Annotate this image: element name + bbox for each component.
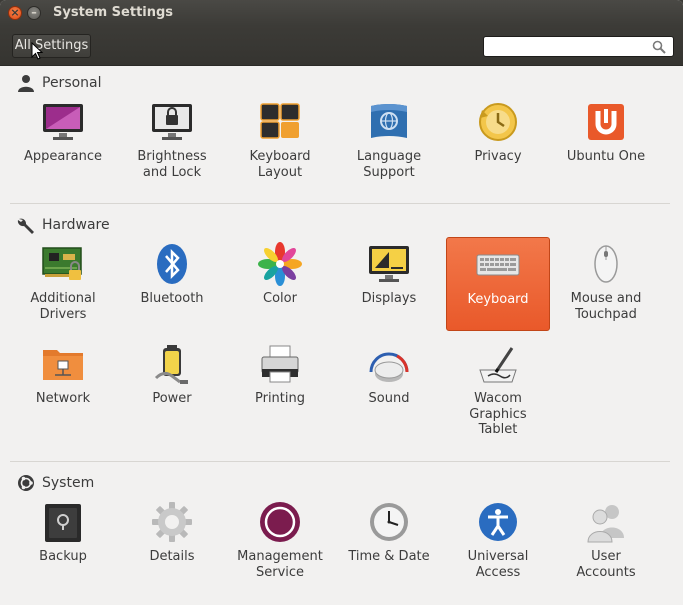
keyboard-layout-icon [260,103,300,139]
settings-item-details[interactable]: Details [120,500,224,590]
system-settings-window: × – System Settings All Settings Persona… [0,0,683,605]
color-flower-icon [258,242,302,286]
clock-icon [370,503,408,541]
gear-icon [152,502,192,542]
settings-item-label: Backup [39,549,87,564]
search-input[interactable] [488,38,648,55]
settings-item-label: Keyboard Layout [249,149,311,180]
lock-screen-icon [152,104,192,140]
settings-item-wacom-tablet[interactable]: Wacom Graphics Tablet [446,342,550,442]
section-system-header: System [16,473,94,493]
search-icon[interactable] [652,40,666,54]
all-settings-button[interactable]: All Settings [12,34,91,58]
search-box[interactable] [483,36,674,57]
close-button[interactable]: × [8,6,22,20]
privacy-icon [479,103,517,141]
settings-item-label: Management Service [237,549,323,580]
settings-item-keyboard[interactable]: Keyboard [446,237,550,331]
settings-item-sound[interactable]: Sound [337,342,441,442]
settings-item-mouse-touchpad[interactable]: Mouse and Touchpad [554,242,658,332]
appearance-icon [43,104,83,140]
settings-item-printing[interactable]: Printing [228,342,332,442]
mouse-icon [594,245,618,283]
settings-item-label: Details [149,549,195,564]
settings-item-universal-access[interactable]: Universal Access [446,500,550,590]
settings-item-label: Time & Date [348,549,430,564]
person-icon [18,75,34,92]
settings-item-label: Power [152,391,192,406]
settings-item-label: Wacom Graphics Tablet [469,391,527,437]
settings-item-label: User Accounts [576,549,636,580]
ubuntu-logo-icon [18,475,34,491]
settings-item-label: Bluetooth [140,291,204,306]
settings-item-displays[interactable]: Displays [337,242,441,332]
minimize-button[interactable]: – [27,6,41,20]
section-personal-header: Personal [16,73,102,93]
settings-item-privacy[interactable]: Privacy [446,100,550,190]
bluetooth-icon [157,244,187,284]
settings-item-label: Privacy [474,149,522,164]
section-system-title: System [42,475,95,491]
settings-item-bluetooth[interactable]: Bluetooth [120,242,224,332]
settings-item-user-accounts[interactable]: User Accounts [554,500,658,590]
settings-item-label: Universal Access [467,549,529,580]
settings-item-brightness-lock[interactable]: Brightness and Lock [120,100,224,190]
settings-item-label: Displays [361,291,417,306]
network-folder-icon [43,350,83,380]
settings-item-label: Network [35,391,91,406]
settings-item-language-support[interactable]: Language Support [337,100,441,190]
settings-item-label: Printing [254,391,305,406]
settings-item-label: Mouse and Touchpad [570,291,642,322]
section-hardware-title: Hardware [42,217,110,233]
safe-icon [45,504,81,542]
section-personal-title: Personal [42,75,102,91]
language-flag-icon [371,104,407,138]
battery-icon [154,345,188,384]
settings-item-management-service[interactable]: Management Service [228,500,332,590]
settings-item-label: Sound [368,391,410,406]
close-icon: × [10,6,20,19]
settings-item-power[interactable]: Power [120,342,224,442]
display-icon [369,246,409,282]
settings-item-time-date[interactable]: Time & Date [337,500,441,590]
settings-item-additional-drivers[interactable]: Additional Drivers [11,242,115,332]
users-icon [587,505,624,543]
volume-knob-icon [369,352,409,382]
minimize-icon: – [31,6,37,19]
mouse-pointer-icon [31,42,44,60]
accessibility-icon [479,503,517,541]
settings-item-ubuntu-one[interactable]: Ubuntu One [554,100,658,190]
settings-item-label: Keyboard [467,292,529,307]
section-divider [10,203,670,204]
settings-item-label: Color [263,291,297,306]
wrench-icon [17,218,34,234]
circuit-board-icon [42,247,82,280]
graphics-tablet-icon [479,347,517,383]
settings-item-color[interactable]: Color [228,242,332,332]
section-hardware-header: Hardware [16,215,110,235]
settings-item-label: Ubuntu One [566,149,646,164]
ubuntu-one-icon [588,104,624,140]
settings-item-keyboard-layout[interactable]: Keyboard Layout [228,100,332,190]
printer-icon [261,345,299,383]
settings-item-network[interactable]: Network [11,342,115,442]
keyboard-icon [476,254,520,276]
window-title: System Settings [53,5,174,20]
title-bar[interactable]: × – System Settings [0,0,683,26]
management-service-icon [260,502,300,542]
settings-item-backup[interactable]: Backup [11,500,115,590]
settings-item-label: Additional Drivers [30,291,96,322]
settings-item-label: Appearance [23,149,103,164]
settings-item-label: Brightness and Lock [137,149,207,180]
toolbar: All Settings [0,26,683,66]
section-divider [10,461,670,462]
settings-item-label: Language Support [356,149,422,180]
settings-item-appearance[interactable]: Appearance [11,100,115,190]
